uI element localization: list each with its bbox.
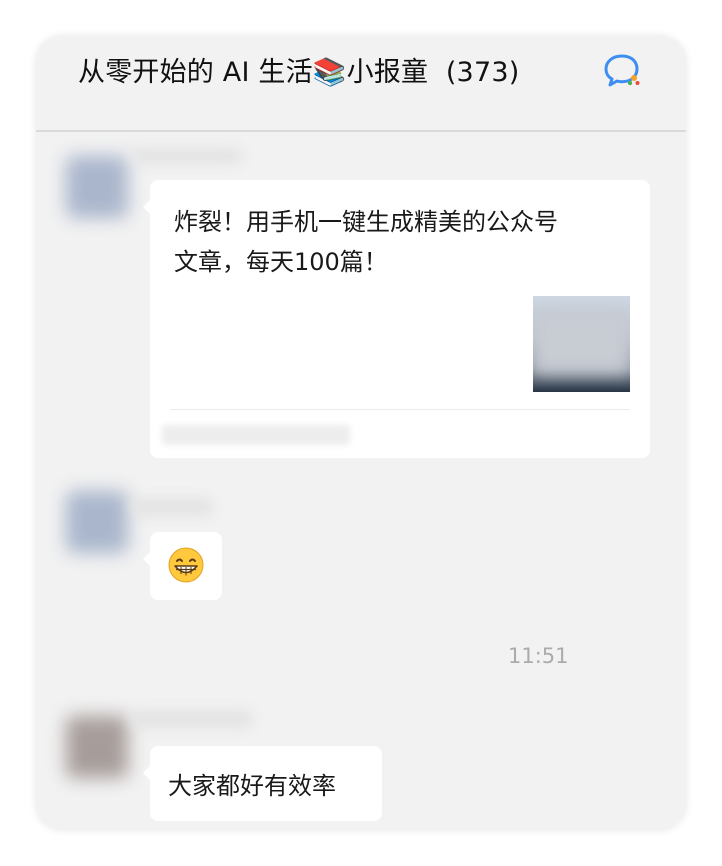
header-divider bbox=[36, 130, 686, 132]
sender-name-blurred bbox=[132, 498, 212, 516]
avatar[interactable] bbox=[66, 156, 128, 218]
avatar[interactable] bbox=[66, 491, 128, 553]
avatar[interactable] bbox=[66, 716, 128, 778]
message-text: 大家都好有效率 bbox=[168, 772, 336, 800]
article-card[interactable]: 炸裂！用手机一键生成精美的公众号 文章，每天100篇！ bbox=[143, 180, 650, 458]
group-name-suffix: 小报童 bbox=[346, 57, 429, 88]
chat-header: 从零开始的 AI 生活📚小报童 (373) bbox=[36, 36, 686, 132]
group-title: 从零开始的 AI 生活📚小报童 (373) bbox=[78, 50, 519, 89]
chat-window: 从零开始的 AI 生活📚小报童 (373) 炸裂！用手机一键生成精美的公众号 文… bbox=[36, 36, 686, 830]
card-divider bbox=[170, 409, 630, 410]
article-thumbnail bbox=[533, 296, 630, 392]
message-timestamp: 11:51 bbox=[508, 644, 569, 668]
member-count: (373) bbox=[445, 57, 520, 88]
sender-name-blurred bbox=[132, 710, 252, 728]
books-emoji: 📚 bbox=[312, 57, 347, 88]
grinning-face-icon bbox=[168, 547, 204, 583]
sender-name-blurred bbox=[132, 148, 242, 164]
text-message-bubble[interactable]: 大家都好有效率 bbox=[143, 746, 382, 821]
chat-bubble-sparkle-icon[interactable] bbox=[602, 52, 642, 88]
group-name: 从零开始的 AI 生活 bbox=[78, 57, 313, 88]
emoji-message-bubble[interactable] bbox=[143, 532, 222, 600]
article-title: 炸裂！用手机一键生成精美的公众号 文章，每天100篇！ bbox=[174, 208, 558, 276]
article-source-blurred bbox=[162, 425, 350, 445]
